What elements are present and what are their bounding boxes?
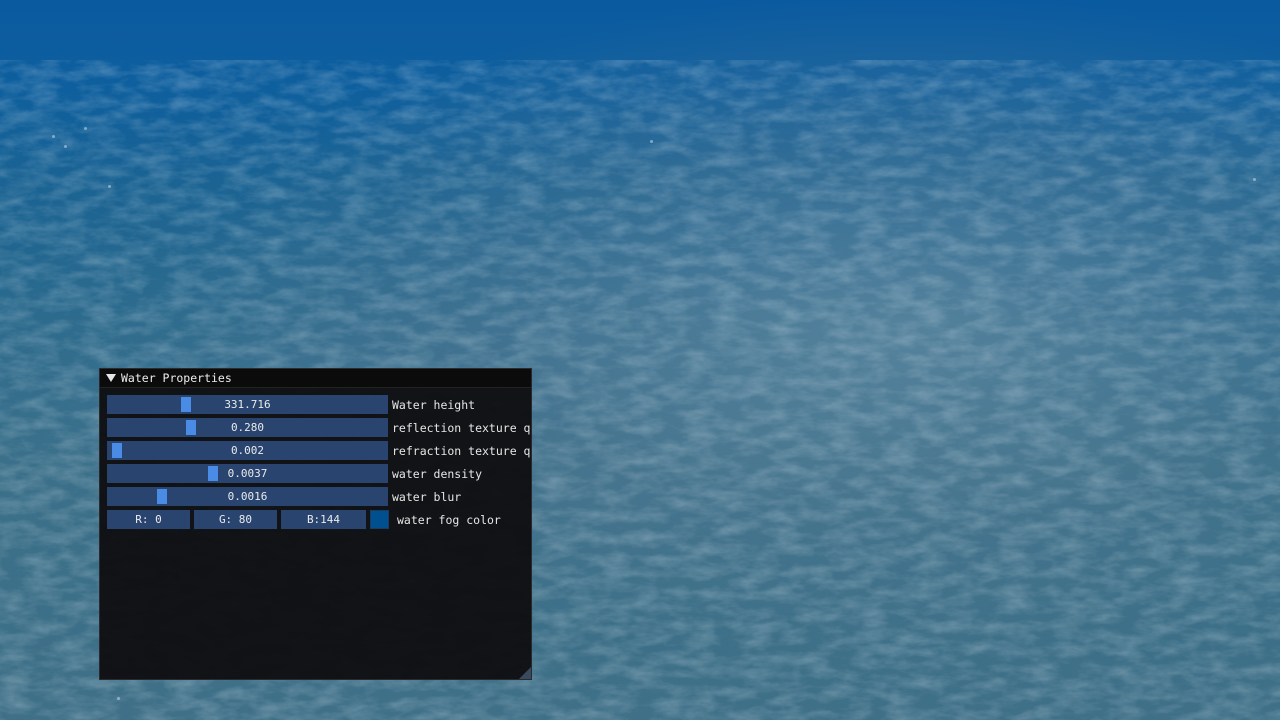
slider-label: Water height <box>392 397 476 412</box>
fog-green-field[interactable]: G: 80 <box>194 510 277 529</box>
fog-color-row: R: 0 G: 80 B:144 water fog color <box>107 510 535 529</box>
slider-row: 0.002 refraction texture quality <box>107 441 530 460</box>
particle <box>84 127 87 130</box>
water-properties-window[interactable]: Water Properties R: 0 G: 80 B:144 water … <box>99 368 532 680</box>
slider-value: 0.0037 <box>227 467 268 480</box>
slider-value: 331.716 <box>224 398 271 411</box>
window-title-bar[interactable]: Water Properties <box>100 369 531 388</box>
slider-track[interactable]: 0.002 <box>107 441 388 460</box>
particle <box>1253 178 1256 181</box>
fog-blue-field[interactable]: B:144 <box>281 510 366 529</box>
particle <box>108 185 111 188</box>
slider-row: 331.716 Water height <box>107 395 530 414</box>
slider-value: 0.280 <box>230 421 265 434</box>
collapse-arrow-icon[interactable] <box>106 374 116 382</box>
slider-track[interactable]: 0.0016 <box>107 487 388 506</box>
slider-row: 0.280 reflection texture quality <box>107 418 530 437</box>
window-title: Water Properties <box>121 371 232 385</box>
particle <box>64 145 67 148</box>
particle <box>52 135 55 138</box>
slider-track[interactable]: 331.716 <box>107 395 388 414</box>
slider-value: 0.002 <box>230 444 265 457</box>
slider-track[interactable]: 0.280 <box>107 418 388 437</box>
fog-color-label: water fog color <box>397 512 501 527</box>
slider-label: refraction texture quality <box>392 443 530 458</box>
slider-track[interactable]: 0.0037 <box>107 464 388 483</box>
resize-grip-icon[interactable] <box>519 667 531 679</box>
fog-color-swatch[interactable] <box>370 510 389 529</box>
fog-red-field[interactable]: R: 0 <box>107 510 190 529</box>
slider-value: 0.0016 <box>227 490 268 503</box>
slider-label: water density <box>392 466 483 481</box>
slider-label: water blur <box>392 489 462 504</box>
slider-row: 0.0037 water density <box>107 464 530 483</box>
particle <box>117 697 120 700</box>
slider-label: reflection texture quality <box>392 420 530 435</box>
particle <box>650 140 653 143</box>
slider-row: 0.0016 water blur <box>107 487 530 506</box>
